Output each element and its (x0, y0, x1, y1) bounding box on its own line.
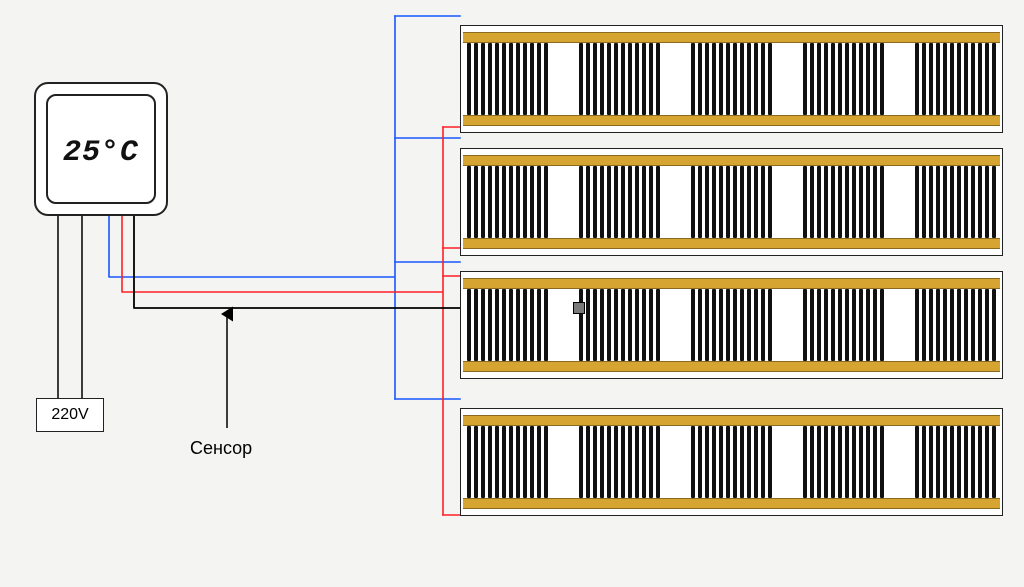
heating-panel-4 (460, 408, 1003, 516)
sensor-tip (573, 302, 585, 314)
heating-panel-2 (460, 148, 1003, 256)
panel-busbar-bottom (463, 238, 1000, 249)
thermostat-display: 25°C (48, 136, 154, 170)
panel-busbar-top (463, 155, 1000, 166)
power-supply-box: 220V (36, 398, 104, 432)
panel-heating-stripes (461, 43, 1002, 115)
panel-heating-stripes (461, 426, 1002, 498)
panel-heating-stripes (461, 289, 1002, 361)
thermostat: 25°C (34, 82, 168, 216)
panel-busbar-bottom (463, 498, 1000, 509)
thermostat-screen: 25°C (46, 94, 156, 204)
panel-heating-stripes (461, 166, 1002, 238)
panel-busbar-bottom (463, 115, 1000, 126)
panel-busbar-top (463, 278, 1000, 289)
panel-busbar-top (463, 415, 1000, 426)
wiring-diagram: 25°C 220V Сенсор (0, 0, 1024, 587)
power-supply-label: 220V (51, 406, 88, 424)
panel-busbar-top (463, 32, 1000, 43)
heating-panel-3 (460, 271, 1003, 379)
sensor-label: Сенсор (190, 438, 252, 459)
heating-panel-1 (460, 25, 1003, 133)
panel-busbar-bottom (463, 361, 1000, 372)
